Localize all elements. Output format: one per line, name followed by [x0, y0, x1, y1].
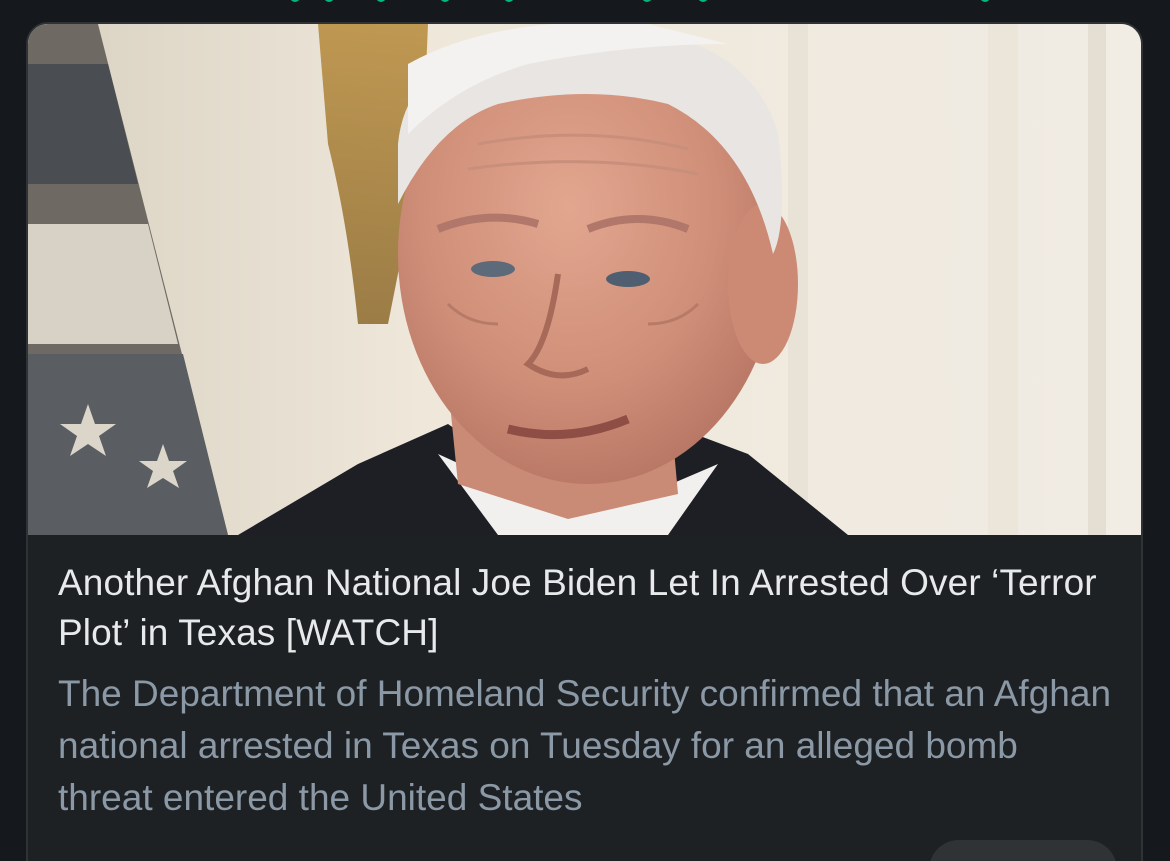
link-preview-card[interactable]: Another Afghan National Joe Biden Let In…: [26, 22, 1143, 861]
portrait-photo: [28, 24, 1141, 535]
previous-post-text-clipped: [0, 0, 1170, 22]
clipped-green-text: [290, 0, 1010, 4]
feed-screen: Another Afghan National Joe Biden Let In…: [0, 0, 1170, 861]
article-photo[interactable]: [28, 24, 1141, 535]
source-domain-clipped[interactable]: [62, 856, 94, 861]
card-footer-clipped: [58, 836, 1117, 861]
read-button-clipped[interactable]: [929, 840, 1117, 861]
article-text: Another Afghan National Joe Biden Let In…: [58, 558, 1118, 824]
article-headline: Another Afghan National Joe Biden Let In…: [58, 562, 1097, 653]
article-description: The Department of Homeland Security conf…: [58, 673, 1112, 818]
